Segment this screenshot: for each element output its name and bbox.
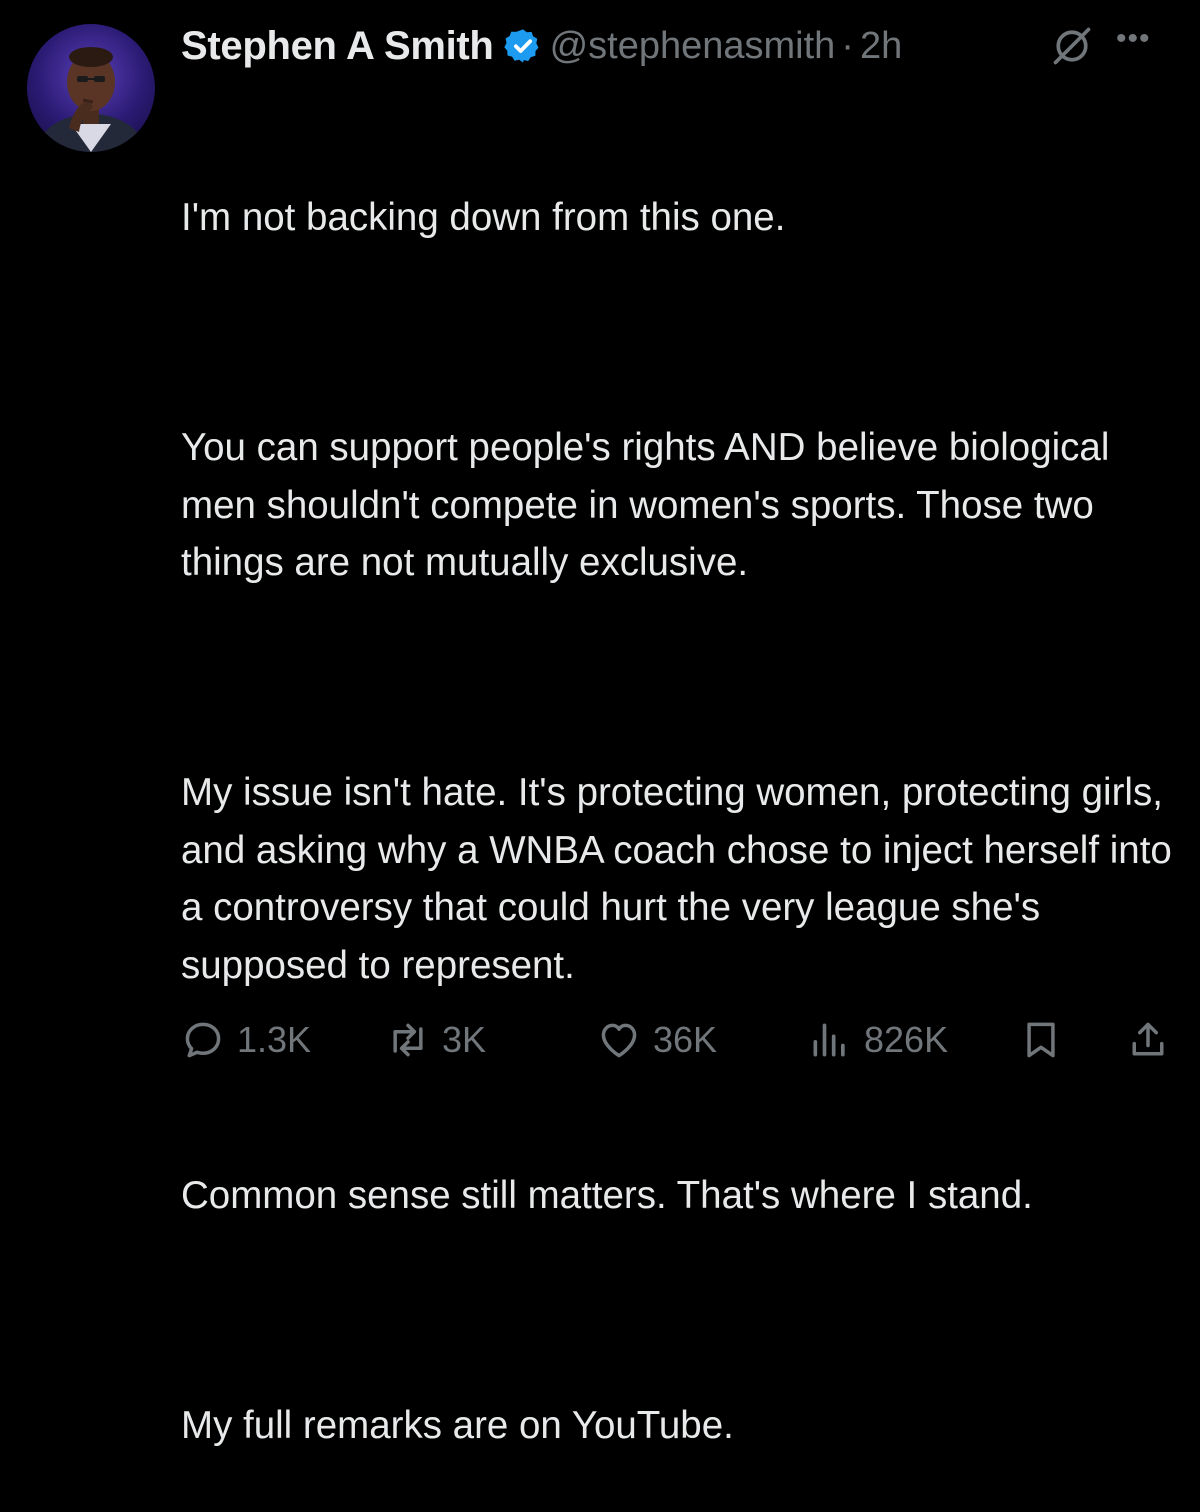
tweet-header: Stephen A Smith @stephenasmith · 2h	[181, 18, 902, 74]
share-button[interactable]	[1126, 1010, 1170, 1070]
like-button[interactable]: 36K	[597, 1010, 717, 1070]
heart-icon	[601, 1023, 637, 1058]
avatar[interactable]	[27, 24, 155, 152]
views-button[interactable]: 826K	[808, 1010, 948, 1070]
tweet-text: I'm not backing down from this one. You …	[181, 74, 1191, 1512]
views-count: 826K	[864, 1019, 949, 1060]
meta-separator: ·	[841, 24, 854, 67]
repost-icon	[393, 1023, 423, 1057]
grok-icon[interactable]	[1050, 24, 1094, 68]
bookmark-button[interactable]	[1019, 1010, 1063, 1070]
views-icon	[813, 1023, 845, 1057]
like-count: 36K	[653, 1019, 718, 1060]
bookmark-icon	[1027, 1022, 1055, 1058]
tweet-paragraph: My issue isn't hate. It's protecting wom…	[181, 771, 1183, 987]
repost-button[interactable]: 3K	[386, 1010, 486, 1070]
reply-button[interactable]: 1.3K	[181, 1010, 311, 1070]
author-name[interactable]: Stephen A Smith	[181, 24, 494, 69]
author-handle[interactable]: @stephenasmith	[550, 25, 836, 68]
repost-count: 3K	[442, 1019, 487, 1060]
more-icon[interactable]: •••	[1116, 22, 1151, 56]
reply-icon	[185, 1022, 221, 1058]
action-bar: 1.3K 3K 36K 826K	[181, 1010, 1171, 1070]
avatar-image	[37, 47, 145, 152]
tweet-paragraph: Common sense still matters. That's where…	[181, 1173, 1033, 1217]
tweet-time[interactable]: 2h	[860, 25, 902, 68]
reply-count: 1.3K	[237, 1019, 312, 1060]
tweet-paragraph: I'm not backing down from this one.	[181, 196, 786, 239]
verified-badge-icon	[503, 29, 539, 63]
tweet-paragraph: You can support people's rights AND beli…	[181, 426, 1121, 584]
share-icon	[1132, 1022, 1164, 1056]
tweet-paragraph: My full remarks are on YouTube.	[181, 1403, 734, 1447]
